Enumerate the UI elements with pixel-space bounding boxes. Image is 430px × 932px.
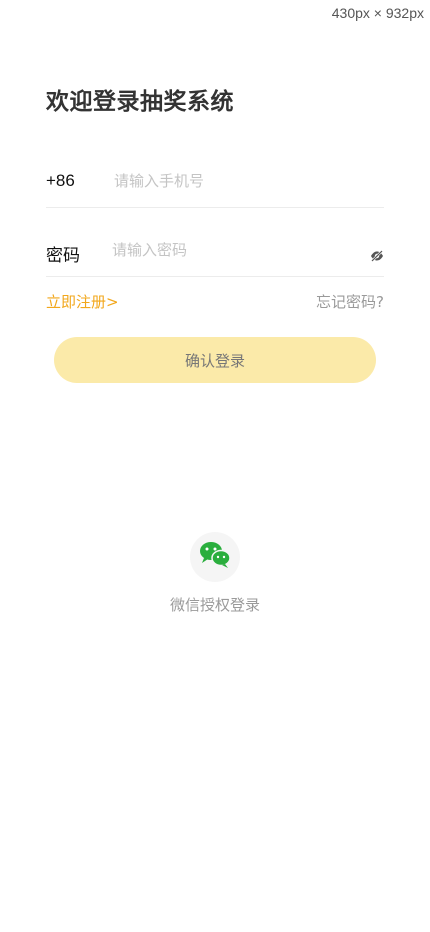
password-label: 密码 (46, 246, 80, 266)
wechat-login-button[interactable] (190, 532, 240, 582)
password-input[interactable] (112, 238, 352, 262)
forgot-password-link[interactable]: 忘记密码? (316, 291, 384, 312)
login-page: 430px × 932px 欢迎登录抽奖系统 +86 密码 立即注册> 忘记密码… (0, 0, 430, 932)
phone-input[interactable] (114, 169, 374, 193)
eye-off-icon[interactable] (370, 247, 384, 262)
size-hint: 430px × 932px (331, 5, 424, 21)
register-link[interactable]: 立即注册> (46, 291, 119, 312)
page-title: 欢迎登录抽奖系统 (46, 89, 234, 115)
country-code[interactable]: +86 (46, 171, 75, 191)
confirm-login-button[interactable]: 确认登录 (54, 337, 376, 383)
wechat-login-label: 微信授权登录 (169, 596, 260, 614)
password-row: 密码 (46, 207, 384, 277)
wechat-icon (198, 540, 232, 574)
phone-row: +86 (46, 138, 384, 208)
